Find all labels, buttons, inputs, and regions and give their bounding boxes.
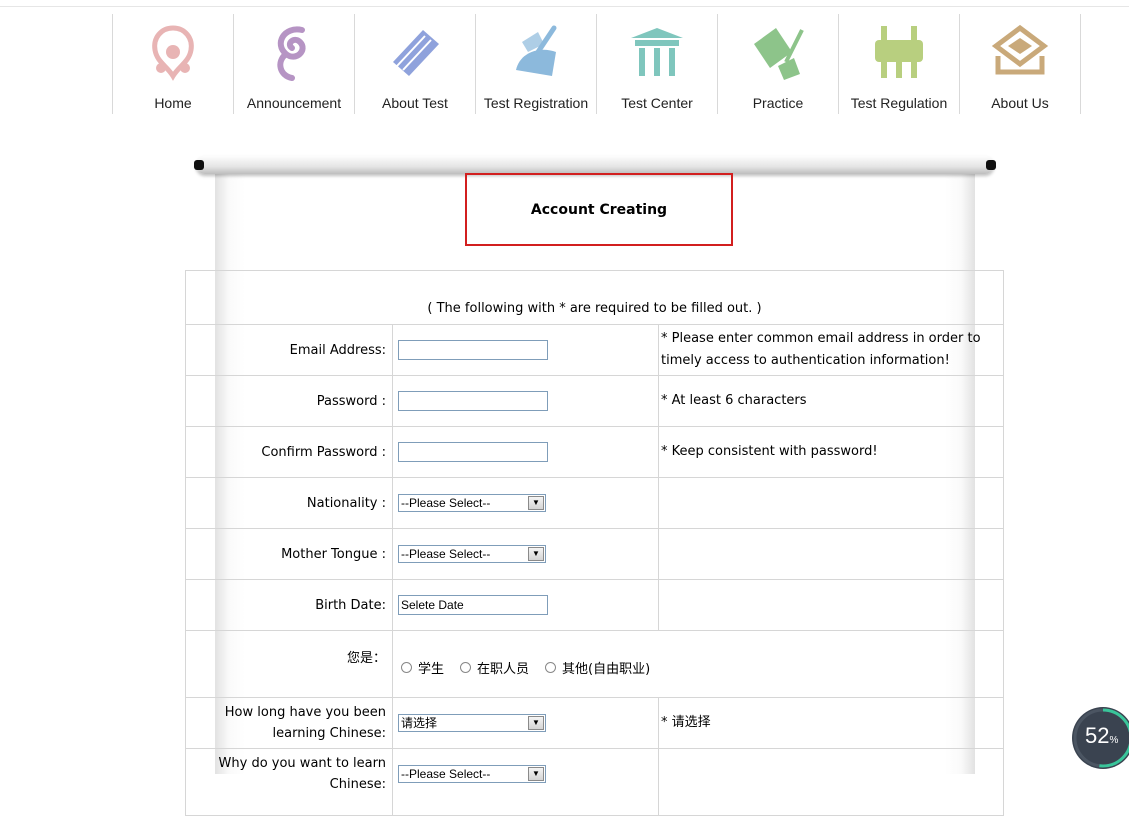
confirm-password-label: Confirm Password : bbox=[185, 426, 393, 478]
password-label: Password : bbox=[185, 375, 393, 427]
password-field[interactable] bbox=[398, 391, 548, 411]
nav-item-announcement[interactable]: Announcement bbox=[233, 14, 354, 114]
learning-duration-label: How long have you been learning Chinese: bbox=[185, 697, 393, 749]
page-title: Account Creating bbox=[465, 173, 733, 246]
test-center-icon bbox=[631, 28, 683, 76]
nav-label: About Us bbox=[991, 95, 1049, 111]
practice-icon bbox=[754, 28, 804, 80]
nationality-value: --Please Select-- bbox=[401, 496, 491, 510]
radio-label: 在职人员 bbox=[477, 661, 530, 677]
nav-item-about-test[interactable]: About Test bbox=[354, 14, 475, 114]
empty-hint bbox=[658, 579, 1004, 631]
regulation-icon bbox=[875, 26, 923, 78]
birth-date-field[interactable] bbox=[398, 595, 548, 615]
nav-label: Test Registration bbox=[483, 95, 589, 111]
learning-reason-select[interactable]: --Please Select-- ▼ bbox=[398, 765, 546, 783]
nationality-label: Nationality : bbox=[185, 477, 393, 529]
nav-label: About Test bbox=[382, 95, 448, 111]
empty-hint bbox=[658, 748, 1004, 816]
radio-button[interactable] bbox=[460, 661, 472, 673]
email-field[interactable] bbox=[398, 340, 548, 360]
email-label: Email Address: bbox=[185, 324, 393, 376]
progress-unit: % bbox=[1109, 735, 1119, 746]
mother-tongue-select[interactable]: --Please Select-- ▼ bbox=[398, 545, 546, 563]
nav-item-test-regulation[interactable]: Test Regulation bbox=[838, 14, 959, 114]
learning-duration-value: 请选择 bbox=[401, 716, 438, 730]
progress-value: 52 bbox=[1085, 723, 1110, 748]
about-test-icon bbox=[393, 30, 439, 76]
rod-cap-right bbox=[986, 160, 996, 170]
identity-radio-group: 学生 在职人员 其他(自由职业) bbox=[393, 652, 1003, 677]
registration-form: ( The following with * are required to b… bbox=[185, 270, 1004, 816]
top-divider bbox=[0, 6, 1129, 7]
nav-item-practice[interactable]: Practice bbox=[717, 14, 838, 114]
nav-label: Test Center bbox=[621, 95, 693, 111]
chevron-down-icon: ▼ bbox=[528, 716, 544, 730]
empty-hint bbox=[658, 477, 1004, 529]
password-hint: * At least 6 characters bbox=[658, 375, 1004, 427]
announcement-icon bbox=[277, 26, 306, 81]
nationality-select[interactable]: --Please Select-- ▼ bbox=[398, 494, 546, 512]
learning-reason-value: --Please Select-- bbox=[401, 767, 491, 781]
main-nav: Home Announcement About Test Test Regist… bbox=[112, 14, 1081, 114]
nav-item-about-us[interactable]: About Us bbox=[959, 14, 1081, 114]
home-icon bbox=[152, 25, 194, 81]
learning-duration-select[interactable]: 请选择 ▼ bbox=[398, 714, 546, 732]
nav-label: Test Regulation bbox=[850, 95, 948, 111]
progress-percentage: 52% bbox=[1085, 723, 1118, 749]
scroll-rod bbox=[196, 156, 994, 174]
nav-label: Practice bbox=[752, 95, 804, 111]
identity-label: 您是： bbox=[185, 630, 393, 698]
confirm-password-hint: * Keep consistent with password! bbox=[658, 426, 1004, 478]
nav-label: Home bbox=[154, 95, 192, 111]
nav-label: Announcement bbox=[246, 95, 342, 111]
radio-button[interactable] bbox=[545, 661, 557, 673]
learning-reason-label: Why do you want to learn Chinese: bbox=[185, 748, 393, 816]
nav-item-test-center[interactable]: Test Center bbox=[596, 14, 717, 114]
rod-cap-left bbox=[194, 160, 204, 170]
nav-item-test-registration[interactable]: Test Registration bbox=[475, 14, 596, 114]
mother-tongue-value: --Please Select-- bbox=[401, 547, 491, 561]
chevron-down-icon: ▼ bbox=[528, 547, 544, 561]
chevron-down-icon: ▼ bbox=[528, 496, 544, 510]
chevron-down-icon: ▼ bbox=[528, 767, 544, 781]
nav-item-home[interactable]: Home bbox=[112, 14, 233, 114]
learning-duration-hint: * 请选择 bbox=[658, 697, 1004, 749]
identity-option-other[interactable]: 其他(自由职业) bbox=[545, 658, 650, 677]
email-hint: * Please enter common email address in o… bbox=[658, 324, 1004, 376]
birth-date-label: Birth Date: bbox=[185, 579, 393, 631]
confirm-password-field[interactable] bbox=[398, 442, 548, 462]
identity-option-employed[interactable]: 在职人员 bbox=[460, 658, 529, 677]
required-note: ( The following with * are required to b… bbox=[185, 270, 1004, 325]
about-us-icon bbox=[991, 24, 1049, 75]
registration-icon bbox=[516, 25, 557, 76]
identity-option-student[interactable]: 学生 bbox=[401, 658, 444, 677]
radio-label: 学生 bbox=[418, 661, 445, 677]
radio-label: 其他(自由职业) bbox=[562, 661, 651, 677]
mother-tongue-label: Mother Tongue : bbox=[185, 528, 393, 580]
empty-hint bbox=[658, 528, 1004, 580]
radio-button[interactable] bbox=[401, 661, 412, 673]
progress-widget[interactable]: 52% bbox=[1072, 707, 1129, 769]
